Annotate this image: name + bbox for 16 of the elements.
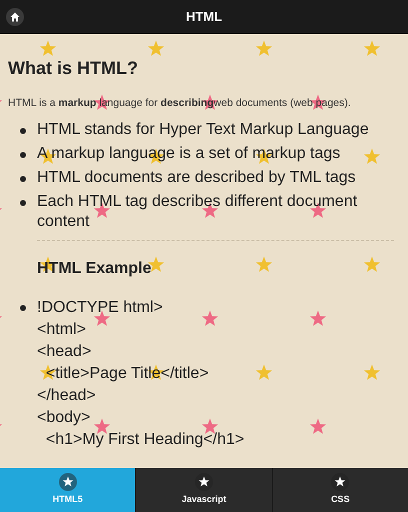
header-title: HTML — [186, 8, 222, 26]
nav-tab[interactable]: Javascript — [135, 468, 272, 512]
bullet-text: HTML documents are described by TML tags — [37, 168, 356, 188]
code-line: <head> — [37, 342, 92, 362]
home-icon — [10, 12, 20, 22]
code-line: <body> — [37, 408, 90, 428]
bullet-text: Each HTML tag describes different document content — [37, 192, 358, 232]
example-heading: HTML Example — [37, 258, 152, 279]
code-line: !DOCTYPE html> — [37, 298, 163, 318]
code-line: <h1>My First Heading</h1> — [44, 430, 244, 450]
bullet-text: HTML stands for Hyper Text Markup Language — [37, 120, 369, 140]
nav-tab[interactable]: CSS — [272, 468, 408, 512]
code-line: <html> — [37, 320, 86, 340]
section-heading: What is HTML? — [8, 57, 139, 80]
code-line: </head> — [37, 386, 96, 406]
home-button[interactable] — [6, 8, 24, 26]
